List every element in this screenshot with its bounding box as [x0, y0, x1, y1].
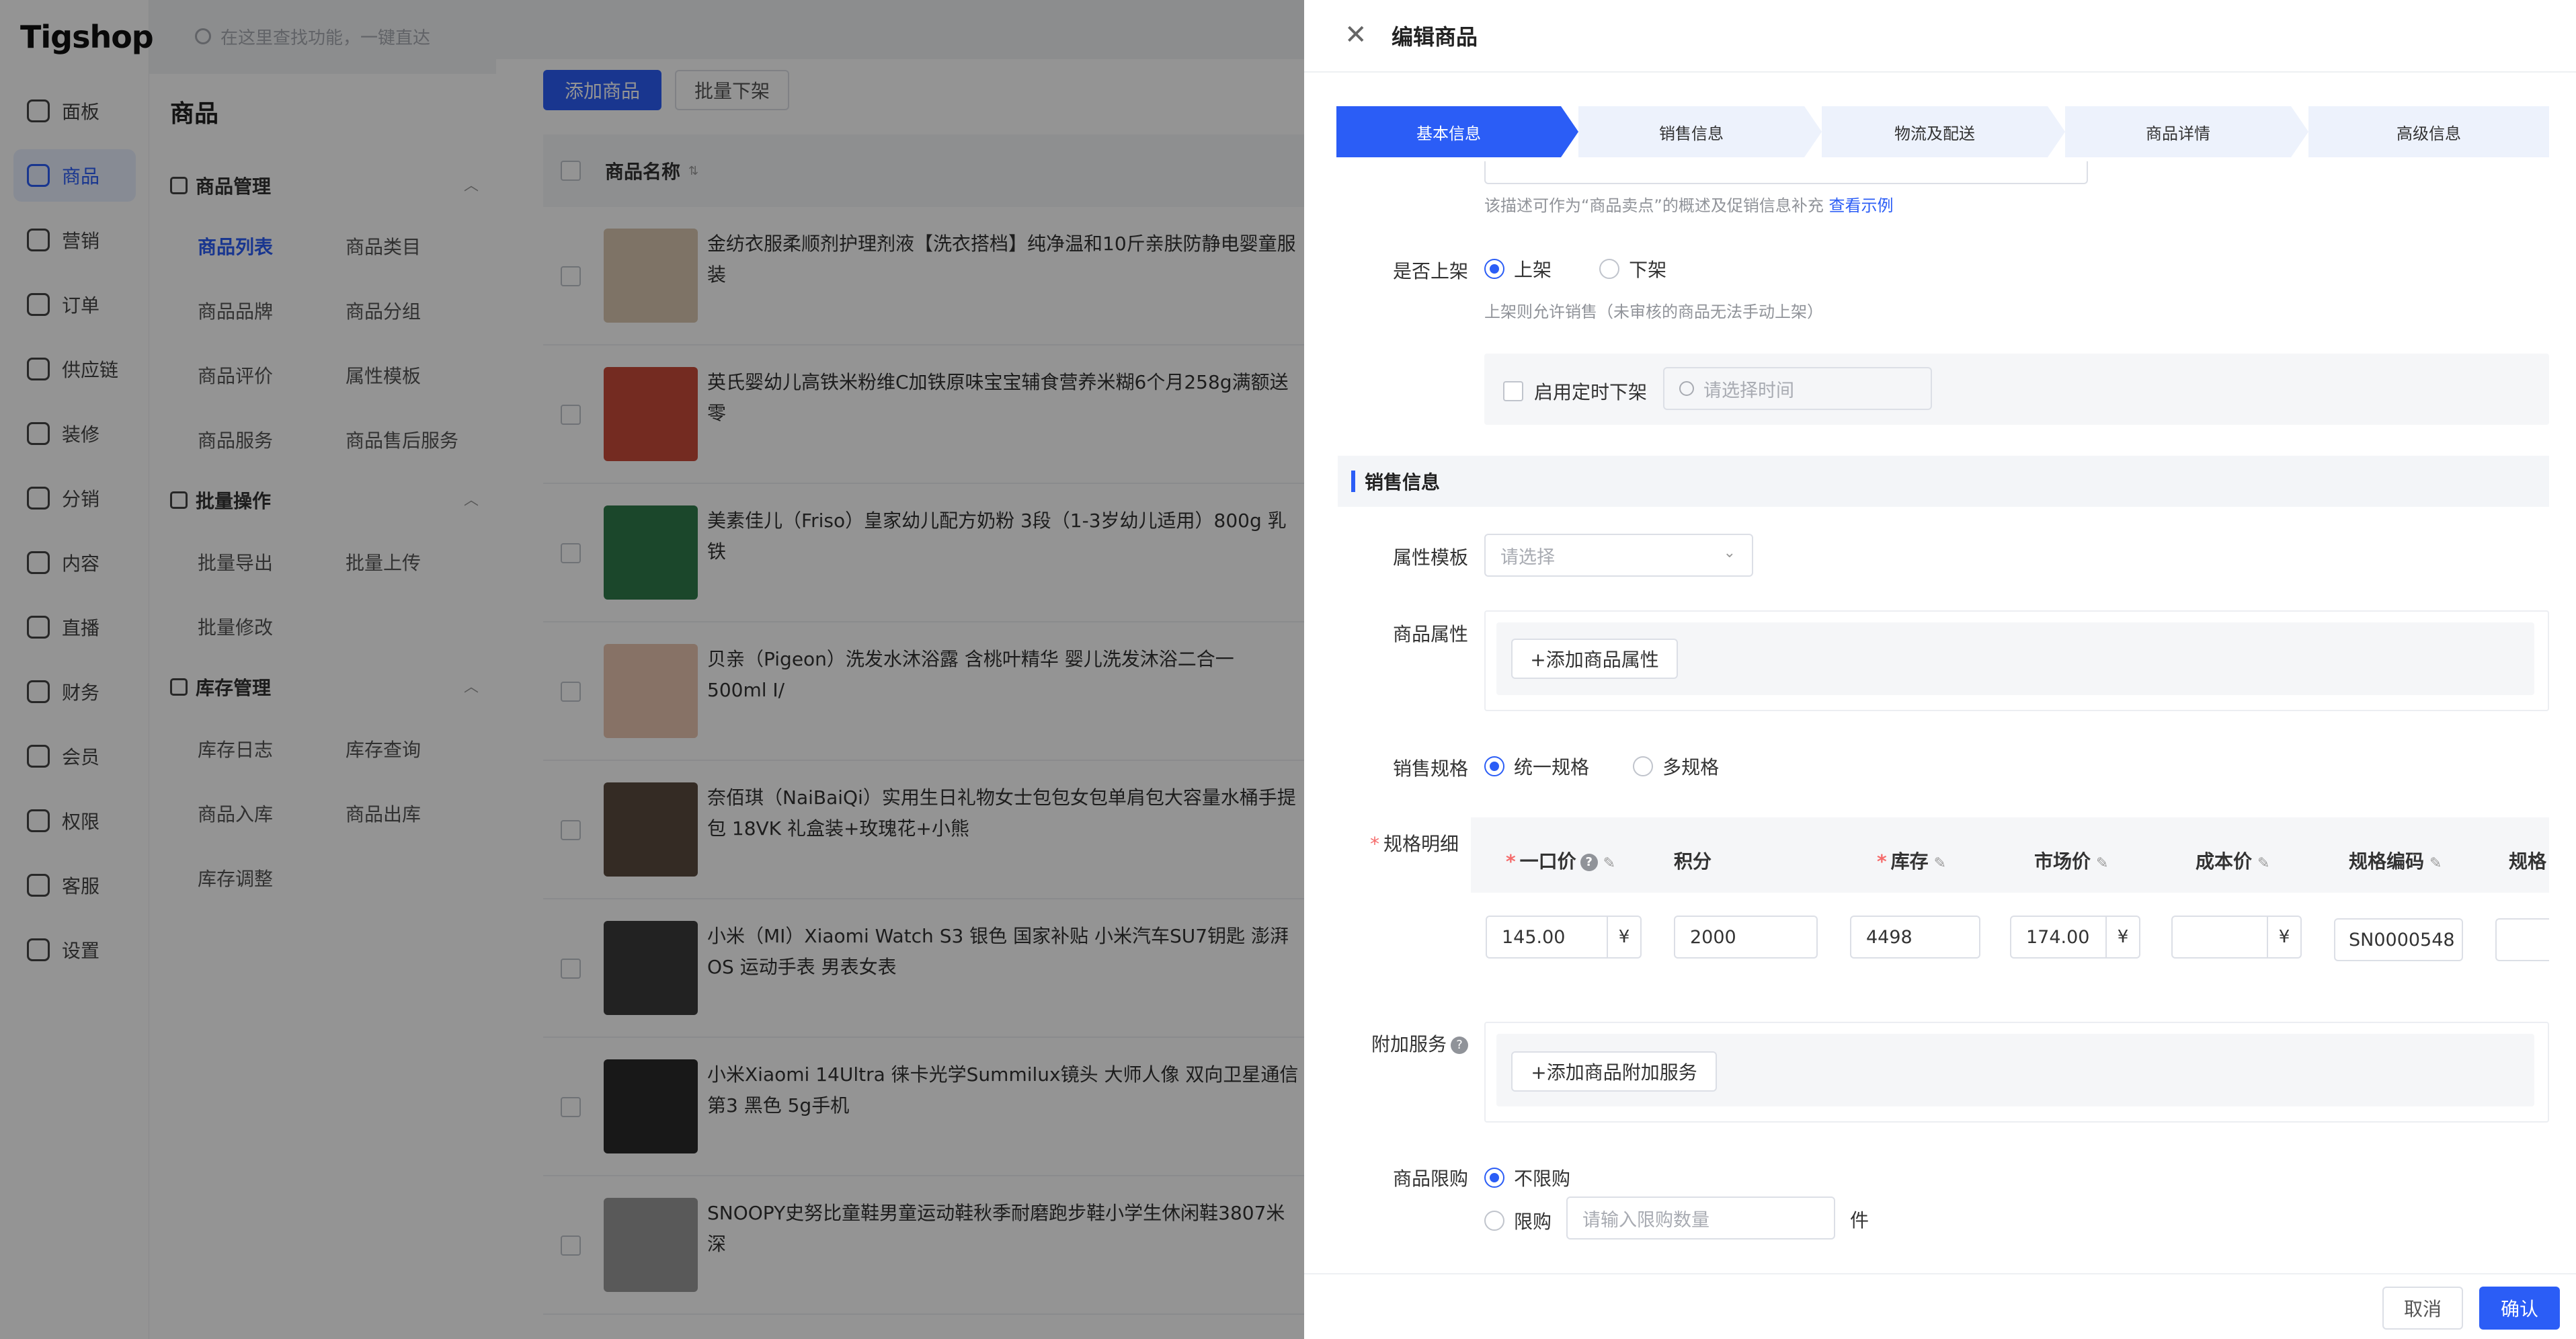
limit-label: 商品限购	[1392, 1168, 1468, 1190]
spec-detail-label: * 规格明细	[1369, 833, 1459, 855]
description-hint: 该描述可作为“商品卖点”的概述及促销信息补充 查看示例	[1484, 196, 1894, 215]
radio-multi-spec[interactable]	[1633, 756, 1654, 776]
col-stock: * 库存 ✎	[1877, 850, 1947, 873]
limit-radio-unlimited: 不限购	[1484, 1164, 1570, 1191]
currency-unit: ¥	[2267, 917, 2300, 957]
off-shelf-option: 下架	[1629, 259, 1667, 281]
stock-input[interactable]: 4498	[1850, 916, 1980, 959]
timer-label: 启用定时下架	[1534, 381, 1648, 403]
section-title: 销售信息	[1365, 471, 1441, 493]
price-value: 145.00	[1502, 926, 1566, 948]
spec-radio-group: 统一规格 多规格	[1484, 753, 1719, 780]
limited-option: 限购	[1514, 1211, 1552, 1233]
price-input[interactable]: 145.00 ¥	[1486, 916, 1642, 959]
on-shelf-label: 是否上架	[1392, 260, 1468, 282]
edit-icon[interactable]: ✎	[2429, 855, 2442, 872]
view-example-link[interactable]: 查看示例	[1829, 196, 1894, 215]
step-arrow	[2291, 106, 2308, 157]
step-arrow	[1561, 106, 1578, 157]
extra-service-label: 附加服务?	[1358, 1030, 1468, 1057]
radio-off-shelf[interactable]	[1599, 259, 1620, 279]
step-4[interactable]: 高级信息	[2308, 106, 2549, 157]
step-0[interactable]: 基本信息	[1336, 106, 1561, 157]
multi-spec-option: 多规格	[1662, 756, 1720, 778]
help-icon[interactable]: ?	[1451, 1037, 1468, 1054]
radio-limited[interactable]	[1484, 1211, 1504, 1231]
col-cost-price: 成本价 ✎	[2196, 850, 2270, 873]
unlimited-option: 不限购	[1514, 1168, 1571, 1190]
currency-unit: ¥	[2105, 917, 2139, 957]
edit-icon[interactable]: ✎	[1934, 855, 1946, 872]
radio-on-shelf[interactable]	[1484, 259, 1504, 279]
radio-single-spec[interactable]	[1484, 756, 1504, 776]
currency-unit: ¥	[1607, 917, 1640, 957]
limit-radio-limited: 限购	[1484, 1207, 1552, 1234]
limit-quantity-input[interactable]: 请输入限购数量	[1566, 1196, 1835, 1240]
radio-unlimited[interactable]	[1484, 1168, 1504, 1188]
market-price-input[interactable]: 174.00 ¥	[2010, 916, 2140, 959]
drawer-footer: 取消 确认	[1304, 1273, 2576, 1339]
step-2[interactable]: 物流及配送	[1822, 106, 2048, 157]
col-sku: 规格编码 ✎	[2349, 850, 2442, 873]
drawer-header: ✕ 编辑商品	[1304, 0, 2576, 73]
sales-section-header: 销售信息	[1338, 456, 2549, 507]
sku-input[interactable]: SN0000548	[2334, 918, 2463, 961]
timer-time-input[interactable]: 请选择时间	[1663, 367, 1932, 410]
step-3[interactable]: 商品详情	[2065, 106, 2291, 157]
clock-icon	[1679, 381, 1694, 396]
chevron-down-icon: ⌄	[1723, 544, 1736, 561]
drawer-title: 编辑商品	[1392, 24, 1478, 50]
on-shelf-hint: 上架则允许销售（未审核的商品无法手动上架）	[1484, 302, 1823, 321]
add-extra-service-button[interactable]: +添加商品附加服务	[1511, 1051, 1717, 1092]
edit-icon[interactable]: ✎	[2257, 855, 2269, 872]
add-attr-button[interactable]: +添加商品属性	[1511, 639, 1678, 679]
col-market-price: 市场价 ✎	[2034, 850, 2109, 873]
confirm-button[interactable]: 确认	[2479, 1287, 2560, 1330]
timer-checkbox[interactable]	[1503, 381, 1523, 401]
single-spec-option: 统一规格	[1514, 756, 1590, 778]
section-accent-bar	[1351, 471, 1355, 492]
step-arrow	[1804, 106, 1822, 157]
col-spec: 规格	[2509, 850, 2547, 873]
points-input[interactable]: 2000	[1674, 916, 1818, 959]
attr-template-placeholder: 请选择	[1500, 546, 1555, 568]
market-price-value: 174.00	[2026, 926, 2090, 948]
on-shelf-option: 上架	[1514, 259, 1552, 281]
attr-template-label: 属性模板	[1392, 546, 1468, 569]
limit-unit: 件	[1850, 1209, 1869, 1231]
attr-template-select[interactable]: 请选择 ⌄	[1484, 534, 1753, 577]
col-price: * 一口价? ✎	[1506, 850, 1616, 873]
step-1[interactable]: 销售信息	[1578, 106, 1804, 157]
step-arrow	[2048, 106, 2065, 157]
timer-placeholder: 请选择时间	[1703, 380, 1794, 401]
edit-icon[interactable]: ✎	[2096, 855, 2108, 872]
description-textarea[interactable]	[1484, 161, 2088, 184]
cancel-button[interactable]: 取消	[2382, 1287, 2463, 1330]
spec-label: 销售规格	[1392, 758, 1468, 780]
attrs-label: 商品属性	[1392, 623, 1468, 645]
close-icon[interactable]: ✕	[1344, 22, 1367, 48]
help-icon[interactable]: ?	[1580, 854, 1598, 871]
col-points: 积分	[1674, 850, 1712, 873]
on-shelf-radio-group: 上架 下架	[1484, 255, 1666, 282]
cost-price-input[interactable]: ¥	[2171, 916, 2302, 959]
spec-input[interactable]	[2495, 918, 2549, 961]
modal-backdrop[interactable]	[0, 0, 1304, 1339]
timer-checkbox-row[interactable]: 启用定时下架	[1503, 378, 1647, 405]
edit-icon[interactable]: ✎	[1603, 855, 1615, 872]
